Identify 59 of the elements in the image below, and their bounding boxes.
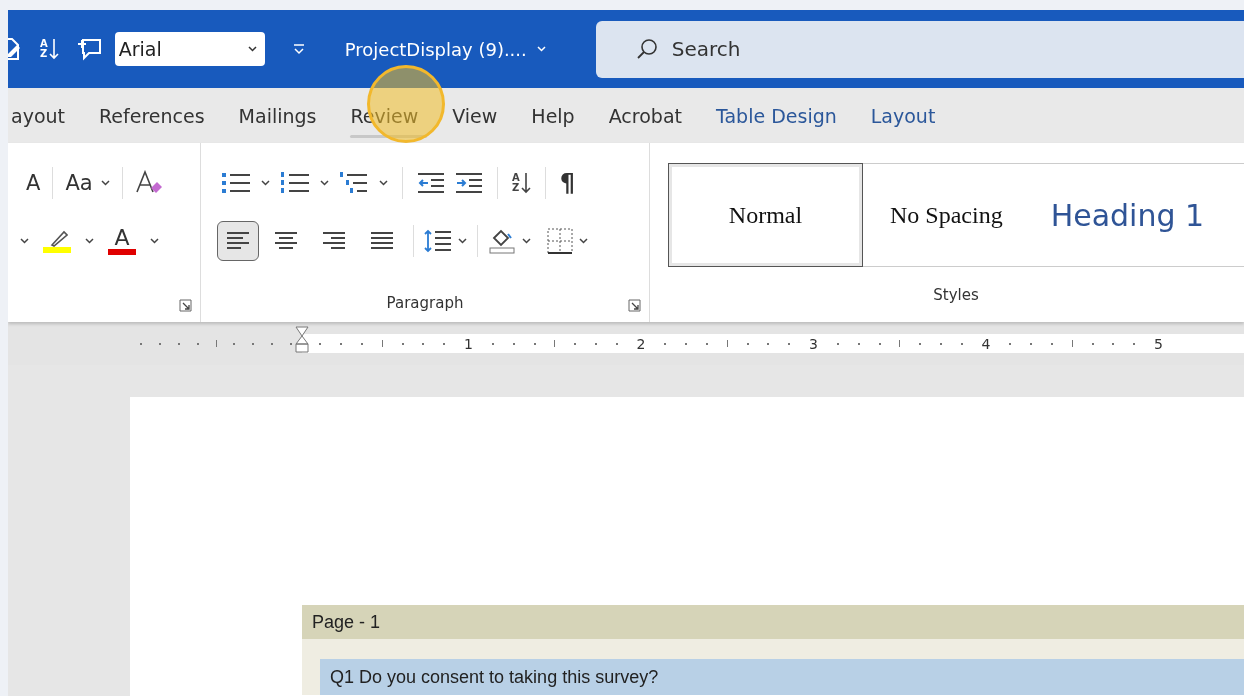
search-field[interactable]: Search bbox=[595, 20, 1244, 78]
ruler-number: 2 bbox=[636, 335, 646, 352]
question-row: Q1 Do you consent to taking this survey? bbox=[320, 659, 1244, 695]
ruler-number: 4 bbox=[981, 335, 991, 352]
ribbon-tab[interactable]: Layout bbox=[853, 88, 953, 143]
ribbon-tab[interactable]: Acrobat bbox=[591, 88, 699, 143]
style-option[interactable]: No Spacing bbox=[862, 164, 1031, 266]
ruler-number: 1 bbox=[464, 335, 473, 352]
edit-document-icon[interactable] bbox=[8, 36, 22, 62]
multilevel-list-icon[interactable] bbox=[339, 171, 369, 195]
ribbon-tab[interactable]: References bbox=[82, 88, 222, 143]
group-label: Styles bbox=[932, 284, 980, 306]
bullet-list-icon[interactable] bbox=[221, 171, 251, 195]
ruler-number: 5 bbox=[1154, 335, 1163, 352]
highlight-color-button[interactable] bbox=[43, 229, 71, 253]
chevron-down-icon[interactable] bbox=[458, 238, 467, 244]
show-formatting-button[interactable]: ¶ bbox=[559, 169, 576, 197]
align-left-button[interactable] bbox=[217, 221, 259, 261]
change-case-button[interactable]: Aa bbox=[65, 171, 93, 195]
ruler-number: 3 bbox=[809, 335, 818, 352]
decrease-indent-icon[interactable] bbox=[417, 172, 445, 194]
group-label: Paragraph bbox=[385, 293, 465, 314]
grow-font-button[interactable]: A bbox=[26, 171, 41, 195]
chevron-down-icon[interactable] bbox=[247, 46, 257, 52]
chevron-down-icon[interactable] bbox=[379, 180, 388, 186]
chevron-down-icon[interactable] bbox=[522, 238, 531, 244]
ribbon-tab[interactable]: View bbox=[435, 88, 515, 143]
increase-indent-icon[interactable] bbox=[455, 172, 483, 194]
font-color-button[interactable]: A bbox=[108, 227, 136, 255]
align-right-icon bbox=[323, 231, 345, 251]
paint-bucket-icon[interactable] bbox=[488, 228, 516, 254]
chevron-down-icon[interactable] bbox=[261, 180, 270, 186]
ribbon-tab[interactable]: Help bbox=[514, 88, 592, 143]
style-option[interactable]: Heading 1 bbox=[1030, 164, 1233, 266]
clear-formatting-icon[interactable] bbox=[134, 170, 165, 196]
page-header: Page - 1 bbox=[302, 605, 1244, 639]
customize-toolbar-icon[interactable] bbox=[292, 43, 305, 55]
dialog-launcher-icon[interactable] bbox=[628, 299, 641, 312]
ribbon-tab[interactable]: Mailings bbox=[221, 88, 334, 143]
comment-icon[interactable] bbox=[76, 37, 103, 61]
chevron-down-icon[interactable] bbox=[320, 180, 329, 186]
align-justify-icon bbox=[371, 231, 393, 251]
numbered-list-icon[interactable] bbox=[280, 171, 310, 195]
style-option[interactable]: Normal bbox=[669, 164, 862, 266]
chevron-down-icon[interactable] bbox=[150, 238, 159, 244]
chevron-down-icon[interactable] bbox=[85, 238, 94, 244]
dialog-launcher-icon[interactable] bbox=[179, 299, 192, 312]
ribbon-tab[interactable]: Table Design bbox=[699, 88, 854, 143]
search-icon bbox=[635, 38, 658, 60]
align-left-icon bbox=[227, 231, 249, 251]
chevron-down-icon[interactable] bbox=[579, 238, 588, 244]
align-center-icon bbox=[275, 231, 297, 251]
chevron-down-icon[interactable] bbox=[20, 238, 29, 244]
chevron-down-icon[interactable] bbox=[100, 180, 110, 186]
document-title[interactable]: ProjectDisplay (9).... bbox=[344, 38, 546, 60]
ribbon-tab[interactable]: ayout bbox=[8, 88, 82, 143]
line-spacing-icon[interactable] bbox=[424, 229, 452, 253]
font-name-field[interactable]: Arial bbox=[114, 32, 265, 66]
borders-icon[interactable] bbox=[547, 228, 573, 254]
